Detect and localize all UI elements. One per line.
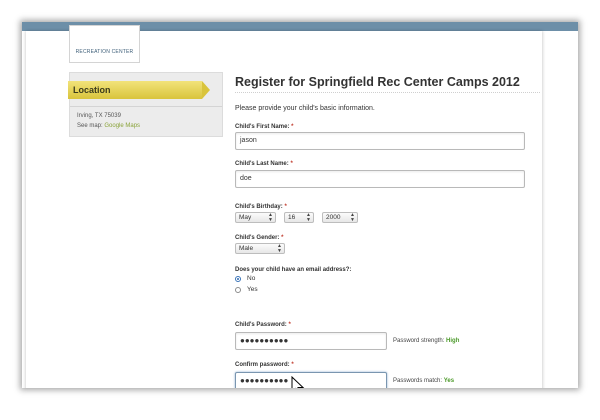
birthday-day-select[interactable]: 16 ▲ ▼ — [284, 212, 314, 223]
gender-label-text: Child's Gender: — [235, 235, 280, 241]
site-logo[interactable]: RECREATION CENTER — [69, 25, 140, 63]
last-name-input[interactable]: doe — [235, 170, 525, 188]
birthday-year-select[interactable]: 2000 ▲ ▼ — [322, 212, 358, 223]
title-divider — [235, 92, 540, 93]
email-yes-radio[interactable] — [235, 287, 241, 293]
birthday-day-value: 16 — [288, 214, 296, 221]
password-strength-value: High — [446, 338, 460, 344]
confirm-password-label-text: Confirm password: — [235, 362, 290, 368]
google-maps-link[interactable]: Google Maps — [104, 123, 140, 129]
first-name-label-text: Child's First Name: — [235, 124, 290, 130]
first-name-input[interactable]: jason — [235, 132, 525, 150]
page-sheet: RECREATION CENTER Location Irving, TX 75… — [26, 25, 542, 388]
up-down-arrows-icon: ▲ ▼ — [350, 212, 355, 223]
logo-text: RECREATION CENTER — [75, 49, 134, 55]
email-question-label: Does your child have an email address?: — [235, 267, 352, 273]
password-match-value: Yes — [443, 378, 455, 384]
page-title: Register for Springfield Rec Center Camp… — [235, 75, 520, 89]
up-down-arrows-icon: ▲ ▼ — [306, 212, 311, 223]
email-yes-label: Yes — [247, 286, 258, 293]
first-name-label: Child's First Name: * — [235, 124, 293, 130]
location-address: Irving, TX 75039 — [77, 113, 121, 119]
location-panel: Location Irving, TX 75039 See map: Googl… — [68, 72, 223, 137]
birthday-month-value: May — [239, 214, 252, 221]
birthday-year-value: 2000 — [326, 214, 341, 221]
password-strength-label: Password strength: — [393, 338, 445, 344]
birthday-label-text: Child's Birthday: — [235, 204, 283, 210]
required-marker: * — [290, 161, 293, 167]
birthday-label: Child's Birthday: * — [235, 204, 287, 210]
last-name-label-text: Child's Last Name: — [235, 161, 289, 167]
password-match-label: Passwords match: — [393, 378, 443, 384]
required-marker: * — [281, 235, 284, 241]
required-marker: * — [284, 204, 287, 210]
divider — [70, 106, 222, 107]
form-intro: Please provide your child's basic inform… — [235, 105, 375, 112]
gender-value: Male — [239, 245, 254, 252]
see-map-label: See map: — [77, 123, 103, 129]
location-heading: Location — [68, 81, 210, 99]
password-strength: Password strength: High — [393, 338, 459, 344]
birthday-month-select[interactable]: May ▲ ▼ — [235, 212, 276, 223]
up-down-arrows-icon: ▲ ▼ — [277, 243, 282, 254]
up-down-arrows-icon: ▲ ▼ — [268, 212, 273, 223]
mouse-pointer-icon — [291, 376, 305, 388]
gender-label: Child's Gender: * — [235, 235, 283, 241]
password-match: Passwords match: Yes — [393, 378, 454, 384]
password-input[interactable]: ●●●●●●●●●● — [235, 332, 387, 350]
see-map-line: See map: Google Maps — [77, 123, 140, 129]
required-marker: * — [288, 322, 291, 328]
browser-screenshot: RECREATION CENTER Location Irving, TX 75… — [22, 22, 578, 388]
required-marker: * — [291, 124, 294, 130]
gender-select[interactable]: Male ▲ ▼ — [235, 243, 285, 254]
password-label: Child's Password: * — [235, 322, 291, 328]
last-name-label: Child's Last Name: * — [235, 161, 293, 167]
required-marker: * — [291, 362, 294, 368]
confirm-password-label: Confirm password: * — [235, 362, 294, 368]
email-no-radio[interactable] — [235, 276, 241, 282]
confirm-password-input[interactable]: ●●●●●●●●●● — [235, 372, 387, 388]
email-no-label: No — [247, 275, 256, 282]
password-label-text: Child's Password: — [235, 322, 287, 328]
